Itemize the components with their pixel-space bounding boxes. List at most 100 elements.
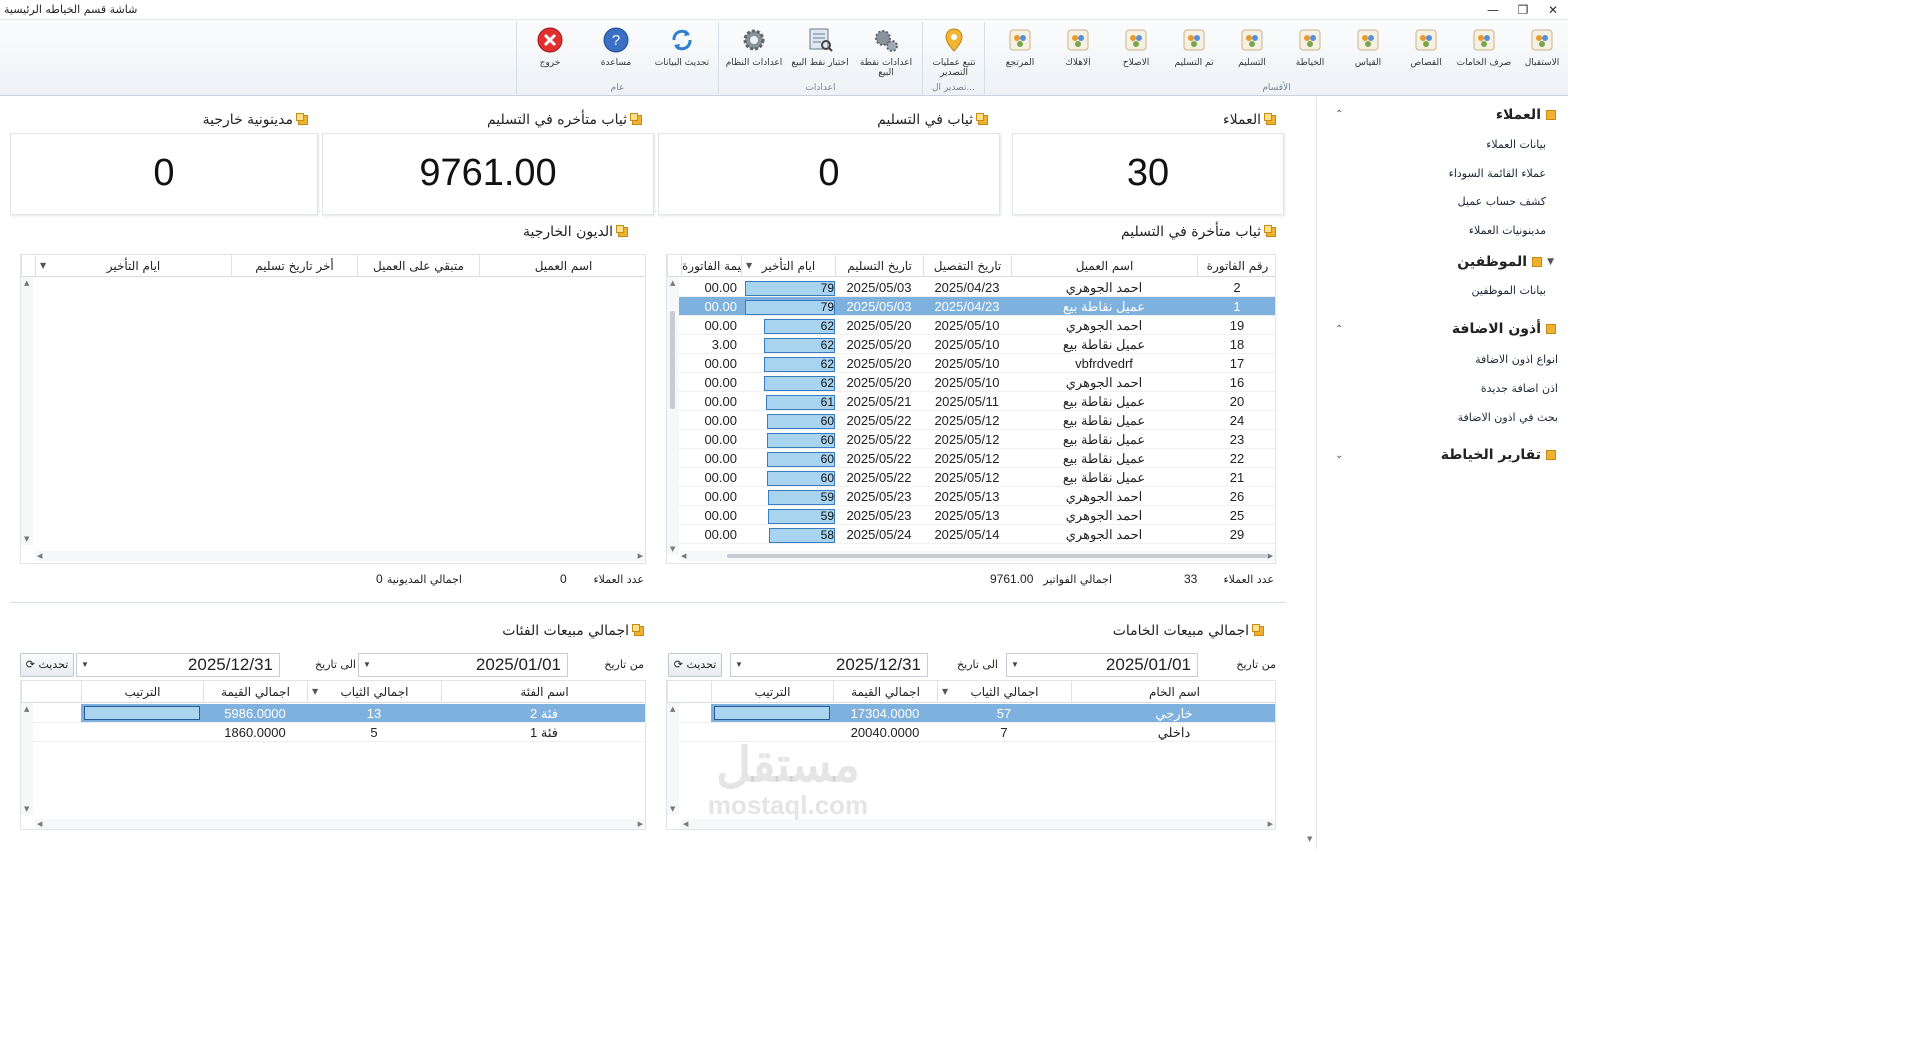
table-row[interactable]: 1860.0000 5 فئة 1 xyxy=(21,723,645,742)
categories-from-date[interactable]: ▼ 2025/01/01 xyxy=(358,653,568,677)
table-row[interactable]: 00.00 62 2025/05/20 2025/05/10 vbfrdvedrf 17 xyxy=(667,354,1275,373)
section-button-3[interactable]: القياس xyxy=(1339,24,1397,82)
categories-hscroll[interactable]: ◀ ▶ xyxy=(35,819,645,829)
categories-to-label: الى تاريخ xyxy=(315,658,356,671)
table-row[interactable]: 17304.0000 57 خارجي xyxy=(667,704,1275,723)
col-last-delivery[interactable]: أخر تاريخ تسليم xyxy=(231,255,357,277)
sidebar-item-new-permit[interactable]: اذن اضافة جديدة xyxy=(1481,382,1558,395)
table-row[interactable]: 5986.0000 13 فئة 2 xyxy=(21,704,645,723)
col-total-value[interactable]: اجمالي القيمة xyxy=(203,681,307,703)
section-button-6[interactable]: تم التسليم xyxy=(1165,24,1223,82)
debt-grid-hscroll[interactable]: ◀ ▶ xyxy=(35,551,645,561)
track-export-button[interactable]: تتبع عمليات التصدير xyxy=(925,24,983,82)
delay-days-cell: 62 xyxy=(741,373,835,392)
col-detail-date[interactable]: تاريخ التفصيل xyxy=(923,255,1011,277)
section-button-2[interactable]: القصاص xyxy=(1397,24,1455,82)
sidebar-group-employees[interactable]: ▼ الموظفين xyxy=(1457,254,1554,270)
table-row[interactable]: 00.00 59 2025/05/23 2025/05/13 احمد الجوهري 2… xyxy=(667,487,1275,506)
materials-from-date[interactable]: ▼ 2025/01/01 xyxy=(1006,653,1198,677)
sidebar-item-blacklist[interactable]: عملاء القائمة السوداء xyxy=(1449,167,1546,180)
col-delivery-date[interactable]: تاريخ التسليم xyxy=(835,255,923,277)
table-cell: 5986.0000 xyxy=(203,704,307,723)
expand-icon[interactable]: ⌄ xyxy=(1335,450,1343,461)
table-row[interactable]: 3.00 62 2025/05/20 2025/05/10 عميل نقاطة بيع… xyxy=(667,335,1275,354)
table-row[interactable]: 00.00 79 2025/05/03 2025/04/23 احمد الجوهري 2 xyxy=(667,278,1275,297)
sidebar-item-statement[interactable]: كشف حساب عميل xyxy=(1458,195,1546,208)
col-rank[interactable]: الترتيب xyxy=(81,681,203,703)
table-row[interactable]: 00.00 59 2025/05/23 2025/05/13 احمد الجوهري 2… xyxy=(667,506,1275,525)
col-delay-days[interactable]: ▼ ايام التأخير xyxy=(741,255,835,277)
table-row[interactable]: 00.00 61 2025/05/21 2025/05/11 عميل نقاطة بي… xyxy=(667,392,1275,411)
col-total-value[interactable]: اجمالي القيمة xyxy=(833,681,937,703)
categories-to-date[interactable]: ▼ 2025/12/31 xyxy=(76,653,280,677)
categories-refresh-button[interactable]: تحديث ⟳ xyxy=(20,653,74,677)
col-total-clothes[interactable]: ▼ اجمالي الثياب xyxy=(937,681,1071,703)
pos-settings-button[interactable]: اعدادات نقطة البيع xyxy=(857,24,915,82)
table-row[interactable]: 00.00 58 2025/05/24 2025/05/14 احمد الجوهري 2… xyxy=(667,525,1275,544)
minimize-icon[interactable]: — xyxy=(1478,0,1508,20)
categories-grid[interactable]: الترتيب اجمالي القيمة ▼ اجمالي الثياب اسم… xyxy=(20,680,646,830)
late-delivery-grid[interactable]: قيمة الفاتورة ▼ ايام التأخير تاريخ التسلي… xyxy=(666,254,1276,564)
sidebar-group-customers[interactable]: العملاء xyxy=(1496,107,1556,123)
table-row[interactable]: 00.00 62 2025/05/20 2025/05/10 احمد الجوهري 1… xyxy=(667,373,1275,392)
table-row[interactable]: 00.00 60 2025/05/22 2025/05/12 عميل نقاطة بي… xyxy=(667,411,1275,430)
sidebar-group-permits[interactable]: أذون الاضافة xyxy=(1452,321,1556,337)
bullet-icon xyxy=(1546,450,1556,460)
section-button-0[interactable]: الاستقبال xyxy=(1513,24,1571,82)
table-cell: 2025/05/12 xyxy=(923,449,1011,468)
materials-refresh-button[interactable]: تحديث ⟳ xyxy=(668,653,722,677)
late-grid-hscroll[interactable]: ◀ ▶ xyxy=(681,551,1275,561)
table-cell: 2025/05/20 xyxy=(835,335,923,354)
restore-icon[interactable]: ❐ xyxy=(1508,0,1538,20)
col-remaining[interactable]: متبقي على العميل xyxy=(357,255,479,277)
table-cell: احمد الجوهري xyxy=(1011,278,1197,297)
sidebar-item-debts[interactable]: مدينونيات العملاء xyxy=(1469,224,1546,237)
main-vscroll[interactable]: ▼ xyxy=(1305,97,1315,849)
col-total-clothes[interactable]: ▼ اجمالي الثياب xyxy=(307,681,441,703)
close-icon[interactable]: ✕ xyxy=(1538,0,1568,20)
late-grid-vscroll[interactable]: ▲ ▼ xyxy=(667,277,679,555)
debt-grid-vscroll[interactable]: ▲ ▼ xyxy=(21,277,33,545)
test-pos-button[interactable]: اختبار نقط البيع xyxy=(791,24,849,82)
collapse-icon[interactable]: ⌃ xyxy=(1335,109,1343,120)
section-button-7[interactable]: الاصلاح xyxy=(1107,24,1165,82)
section-button-8[interactable]: الاهلاك xyxy=(1049,24,1107,82)
table-cell: 57 xyxy=(937,704,1071,723)
sidebar-item-search-permits[interactable]: بحث في اذون الاضافة xyxy=(1458,411,1558,424)
system-settings-button[interactable]: اعدادات النظام xyxy=(725,24,783,82)
exit-button[interactable]: خروج xyxy=(521,24,579,82)
col-customer-name[interactable]: اسم العميل xyxy=(1011,255,1197,277)
table-row[interactable]: 00.00 60 2025/05/22 2025/05/12 عميل نقاطة بي… xyxy=(667,468,1275,487)
section-button-1[interactable]: صرف الخامات xyxy=(1455,24,1513,82)
sidebar-group-reports[interactable]: تقارير الخياطة xyxy=(1441,447,1556,463)
delay-days-cell: 61 xyxy=(741,392,835,411)
materials-to-label: الى تاريخ xyxy=(957,658,998,671)
table-row[interactable]: 00.00 79 2025/05/03 2025/04/23 عميل نقاطة بي… xyxy=(667,297,1275,316)
ribbon-group-general: خروج ? مساعدة تحديث البيانات عام xyxy=(516,22,718,94)
materials-vscroll[interactable]: ▲ ▼ xyxy=(667,703,679,815)
table-row[interactable]: 00.00 60 2025/05/22 2025/05/12 عميل نقاطة بي… xyxy=(667,430,1275,449)
sidebar-item-employee-data[interactable]: بيانات الموظفين xyxy=(1472,284,1546,297)
col-category-name[interactable]: اسم الفئة xyxy=(441,681,645,703)
col-invoice-number[interactable]: رقم الفاتورة xyxy=(1197,255,1275,277)
collapse-icon[interactable]: ⌃ xyxy=(1335,324,1343,335)
delay-days-cell: 60 xyxy=(741,430,835,449)
section-button-5[interactable]: التسليم xyxy=(1223,24,1281,82)
col-material-name[interactable]: اسم الخام xyxy=(1071,681,1275,703)
table-row[interactable]: 00.00 62 2025/05/20 2025/05/10 احمد الجوهري 1… xyxy=(667,316,1275,335)
refresh-data-button[interactable]: تحديث البيانات xyxy=(653,24,711,82)
materials-to-date[interactable]: ▼ 2025/12/31 xyxy=(730,653,928,677)
section-button-9[interactable]: المرتجع xyxy=(991,24,1049,82)
categories-vscroll[interactable]: ▲ ▼ xyxy=(21,703,33,815)
help-button[interactable]: ? مساعدة xyxy=(587,24,645,82)
table-row[interactable]: 00.00 60 2025/05/22 2025/05/12 عميل نقاطة بي… xyxy=(667,449,1275,468)
col-delay-days[interactable]: ▼ ايام التأخير xyxy=(35,255,231,277)
sidebar-item-permit-types[interactable]: انواع اذون الاضافة xyxy=(1475,353,1558,366)
col-rank[interactable]: الترتيب xyxy=(711,681,833,703)
external-debt-grid[interactable]: ▼ ايام التأخير أخر تاريخ تسليم متبقي على … xyxy=(20,254,646,564)
section-button-4[interactable]: الخياطة xyxy=(1281,24,1339,82)
section-icon xyxy=(1241,29,1263,51)
sidebar-item-customer-data[interactable]: بيانات العملاء xyxy=(1486,138,1546,151)
col-customer-name[interactable]: اسم العميل xyxy=(479,255,645,277)
col-invoice-value[interactable]: قيمة الفاتورة xyxy=(681,255,741,277)
